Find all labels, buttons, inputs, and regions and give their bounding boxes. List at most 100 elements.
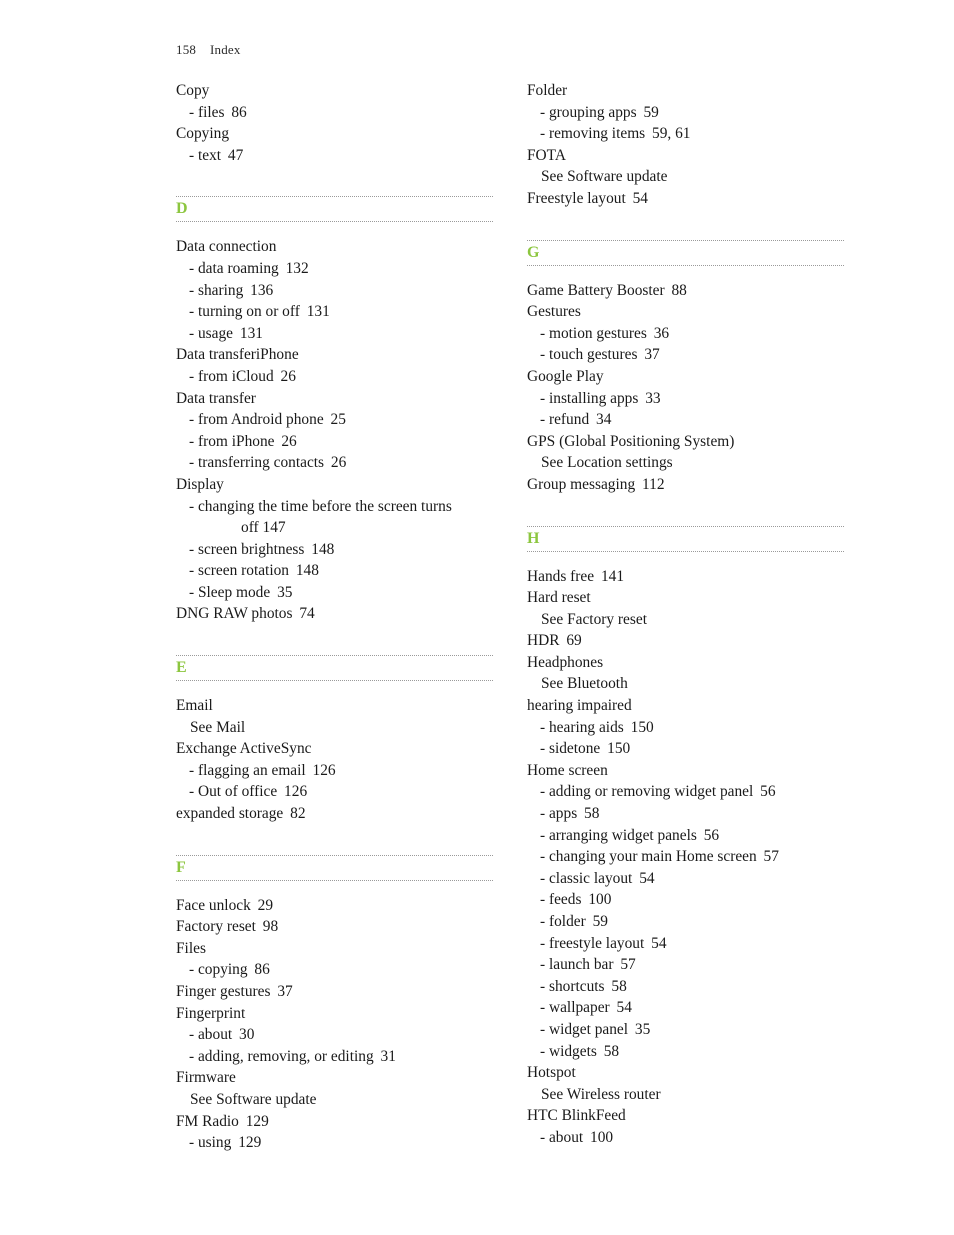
letter-divider-g: G xyxy=(527,239,844,266)
index-entry-text: GPS (Global Positioning System) xyxy=(527,432,735,450)
index-entry-list: Folder - grouping apps 59- removing items… xyxy=(527,80,844,210)
index-entry: Email xyxy=(176,695,493,717)
index-cross-reference: See Software update xyxy=(176,1089,493,1111)
index-entry: Hands free 141 xyxy=(527,566,844,588)
index-entry-text: Copy xyxy=(176,82,210,99)
index-entry: Exchange ActiveSync xyxy=(176,738,493,760)
index-entry-text: - refund xyxy=(540,411,590,429)
index-entry-text: Hard reset xyxy=(527,589,591,607)
index-page-number: 126 xyxy=(284,783,308,801)
index-entry: DNG RAW photos 74 xyxy=(176,603,493,625)
index-subentry: - from Android phone 25 xyxy=(176,409,493,431)
index-entry-list: Hands free 141 Hard reset See Factory rese… xyxy=(527,566,844,1149)
index-subentry: - Sleep mode 35 xyxy=(176,582,493,604)
index-page-number: 148 xyxy=(295,562,319,580)
index-entry-text: - changing your main Home screen xyxy=(540,848,757,866)
index-subentry: - changing your main Home screen 57 xyxy=(527,846,844,868)
index-subentry: - copying 86 xyxy=(176,959,493,981)
index-entry-text: - from Android phone xyxy=(189,411,324,429)
index-entry: Finger gestures 37 xyxy=(176,981,493,1003)
index-entry: HDR 69 xyxy=(527,630,844,652)
index-page-number: 86 xyxy=(254,961,270,979)
index-subentry: - feeds 100 xyxy=(527,889,844,911)
index-page-number: 54 xyxy=(651,934,667,952)
index-entry-text: - wallpaper xyxy=(540,999,610,1017)
index-subentry: - shortcuts 58 xyxy=(527,976,844,998)
index-entry-text: - usage xyxy=(189,324,234,342)
index-entry-text: Hotspot xyxy=(527,1064,576,1082)
index-page-number: 54 xyxy=(639,869,655,887)
index-page-number: 82 xyxy=(290,805,306,823)
letter-divider-f: F xyxy=(176,854,493,881)
index-entry-text: - changing the time before the screen tu… xyxy=(189,497,452,515)
index-subentry: - sharing 136 xyxy=(176,280,493,302)
index-subentry: - data roaming 132 xyxy=(176,258,493,280)
index-subentry: - touch gestures 37 xyxy=(527,344,844,366)
index-entry-text: Data transferiPhone xyxy=(176,346,299,364)
index-entry-text: Files xyxy=(176,939,206,957)
index-subentry: - installing apps 33 xyxy=(527,388,844,410)
index-entry-text: - Sleep mode xyxy=(189,583,271,601)
index-cross-reference: See Mail xyxy=(176,717,493,739)
index-entry-text: See Wireless router xyxy=(541,1085,661,1103)
index-subentry: - from iPhone 26 xyxy=(176,431,493,453)
index-entry-text: - adding or removing widget panel xyxy=(540,783,754,801)
index-entry-text: - about xyxy=(540,1128,584,1146)
index-entry-text: - removing items xyxy=(540,125,646,143)
index-entry-text: Exchange ActiveSync xyxy=(176,740,312,758)
index-entry-list: Data connection - data roaming 132- shari… xyxy=(176,236,493,625)
index-cross-reference: See Software update xyxy=(527,166,844,188)
letter-heading: G xyxy=(527,243,540,261)
index-page-number: 141 xyxy=(600,567,625,585)
index-entry: Firmware xyxy=(176,1067,493,1089)
index-subentry: - turning on or off 131 xyxy=(176,301,493,323)
index-entry-text: See Software update xyxy=(541,168,668,186)
index-entry-text: Home screen xyxy=(527,761,608,779)
index-entry-text: - widgets xyxy=(540,1042,597,1060)
index-entry-text: Display xyxy=(176,475,224,493)
index-columns: Copy - files 86 Copying - text 47 D Data conn… xyxy=(176,80,844,1154)
index-entry-text: FM Radio xyxy=(176,1112,239,1130)
index-entry-text: See Factory reset xyxy=(541,610,647,628)
index-subentry: - apps 58 xyxy=(527,803,844,825)
letter-heading: F xyxy=(176,858,187,876)
index-subentry: - about 100 xyxy=(527,1127,844,1149)
index-page-number: 26 xyxy=(280,367,296,385)
index-entry-text: Gestures xyxy=(527,303,581,321)
index-page-number: 126 xyxy=(312,761,336,779)
index-subentry: - sidetone 150 xyxy=(527,738,844,760)
index-page-number: 150 xyxy=(607,740,631,758)
left-column: Copy - files 86 Copying - text 47 D Data conn… xyxy=(176,80,493,1154)
index-page-number: 34 xyxy=(596,411,612,429)
index-page-number: 150 xyxy=(630,718,654,736)
index-entry-text: Google Play xyxy=(527,367,604,385)
index-page-number: 58 xyxy=(584,805,600,823)
index-entry-text: Headphones xyxy=(527,653,604,671)
index-entry-list: Face unlock 29 Factory reset 98 Files - cop… xyxy=(176,895,493,1154)
index-page-number: 131 xyxy=(239,324,263,342)
letter-heading: E xyxy=(176,659,187,677)
index-subentry: - adding, removing, or editing 31 xyxy=(176,1046,493,1068)
index-entry-text: FOTA xyxy=(527,146,566,164)
index-entry-text: - folder xyxy=(540,913,586,930)
index-entry-text: HTC BlinkFeed xyxy=(527,1107,626,1125)
index-subentry: - grouping apps 59 xyxy=(527,102,844,124)
index-entry: Folder xyxy=(527,80,844,102)
index-entry-text: - Out of office xyxy=(189,783,278,801)
index-entry-list: Email See Mail Exchange ActiveSync - flaggi… xyxy=(176,695,493,825)
index-entry: hearing impaired xyxy=(527,695,844,717)
index-entry-text: - apps xyxy=(540,805,578,823)
index-page-number: 35 xyxy=(277,583,293,601)
index-subentry: - folder 59 xyxy=(527,911,844,933)
index-page-number: 56 xyxy=(760,783,776,801)
index-entry-list: Game Battery Booster 88 Gestures - motion … xyxy=(527,280,844,496)
index-entry: Group messaging 112 xyxy=(527,474,844,496)
index-entry-text: Hands free xyxy=(527,567,595,585)
index-entry-text: - adding, removing, or editing xyxy=(189,1047,374,1065)
index-entry-text: - turning on or off xyxy=(189,303,300,321)
index-subentry: - transferring contacts 26 xyxy=(176,452,493,474)
index-subentry: - freestyle layout 54 xyxy=(527,933,844,955)
